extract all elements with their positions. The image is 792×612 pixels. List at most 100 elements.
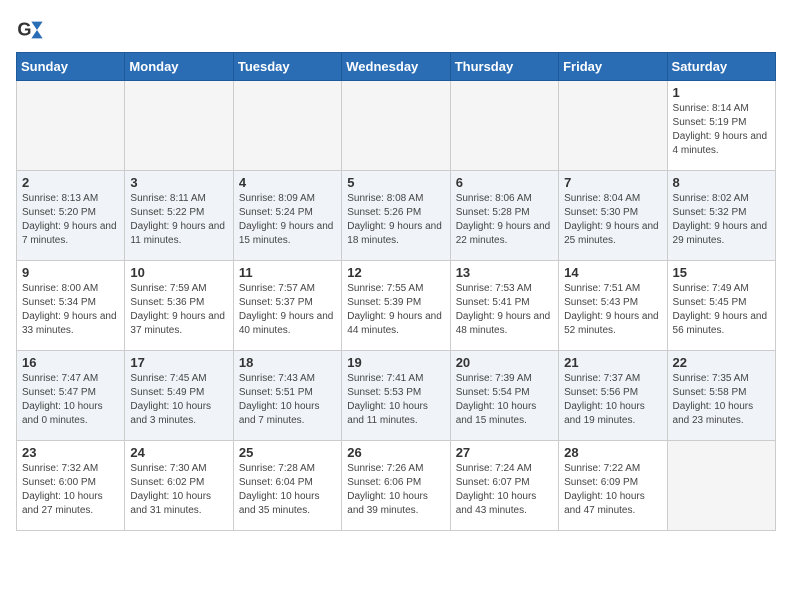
day-info: Sunrise: 7:24 AM Sunset: 6:07 PM Dayligh… — [456, 462, 553, 518]
week-row-4: 16 Sunrise: 7:47 AM Sunset: 5:47 PM Dayli… — [17, 351, 776, 441]
day-info: Sunrise: 7:26 AM Sunset: 6:06 PM Dayligh… — [347, 462, 444, 518]
day-cell: 3 Sunrise: 8:11 AM Sunset: 5:22 PM Daylig… — [125, 171, 233, 261]
day-info: Sunrise: 7:45 AM Sunset: 5:49 PM Dayligh… — [130, 372, 227, 428]
day-cell: 15 Sunrise: 7:49 AM Sunset: 5:45 PM Dayli… — [667, 261, 775, 351]
day-info: Sunrise: 7:49 AM Sunset: 5:45 PM Dayligh… — [673, 282, 770, 338]
day-cell — [559, 81, 667, 171]
day-info: Sunrise: 8:06 AM Sunset: 5:28 PM Dayligh… — [456, 192, 553, 248]
day-info: Sunrise: 7:51 AM Sunset: 5:43 PM Dayligh… — [564, 282, 661, 338]
day-info: Sunrise: 7:59 AM Sunset: 5:36 PM Dayligh… — [130, 282, 227, 338]
day-number: 21 — [564, 355, 661, 370]
day-number: 13 — [456, 265, 553, 280]
day-cell — [450, 81, 558, 171]
day-info: Sunrise: 7:41 AM Sunset: 5:53 PM Dayligh… — [347, 372, 444, 428]
week-row-5: 23 Sunrise: 7:32 AM Sunset: 6:00 PM Dayli… — [17, 441, 776, 531]
day-number: 16 — [22, 355, 119, 370]
day-cell: 1Sunrise: 8:14 AM Sunset: 5:19 PM Daylig… — [667, 81, 775, 171]
day-cell — [342, 81, 450, 171]
day-cell: 2 Sunrise: 8:13 AM Sunset: 5:20 PM Daylig… — [17, 171, 125, 261]
day-cell: 7 Sunrise: 8:04 AM Sunset: 5:30 PM Daylig… — [559, 171, 667, 261]
day-cell: 5 Sunrise: 8:08 AM Sunset: 5:26 PM Daylig… — [342, 171, 450, 261]
day-number: 11 — [239, 265, 336, 280]
day-info: Sunrise: 8:13 AM Sunset: 5:20 PM Dayligh… — [22, 192, 119, 248]
day-info: Sunrise: 7:37 AM Sunset: 5:56 PM Dayligh… — [564, 372, 661, 428]
logo: G — [16, 16, 48, 44]
day-number: 3 — [130, 175, 227, 190]
day-number: 18 — [239, 355, 336, 370]
day-number: 19 — [347, 355, 444, 370]
week-row-2: 2 Sunrise: 8:13 AM Sunset: 5:20 PM Daylig… — [17, 171, 776, 261]
day-cell: 25 Sunrise: 7:28 AM Sunset: 6:04 PM Dayli… — [233, 441, 341, 531]
day-cell: 11 Sunrise: 7:57 AM Sunset: 5:37 PM Dayli… — [233, 261, 341, 351]
day-cell: 8 Sunrise: 8:02 AM Sunset: 5:32 PM Daylig… — [667, 171, 775, 261]
svg-text:G: G — [17, 20, 31, 40]
day-info: Sunrise: 7:47 AM Sunset: 5:47 PM Dayligh… — [22, 372, 119, 428]
day-number: 6 — [456, 175, 553, 190]
week-row-3: 9 Sunrise: 8:00 AM Sunset: 5:34 PM Daylig… — [17, 261, 776, 351]
header: G — [16, 16, 776, 44]
day-number: 8 — [673, 175, 770, 190]
header-saturday: Saturday — [667, 53, 775, 81]
logo-icon: G — [16, 16, 44, 44]
day-number: 23 — [22, 445, 119, 460]
day-number: 9 — [22, 265, 119, 280]
day-cell — [17, 81, 125, 171]
day-cell: 27 Sunrise: 7:24 AM Sunset: 6:07 PM Dayli… — [450, 441, 558, 531]
day-info: Sunrise: 7:32 AM Sunset: 6:00 PM Dayligh… — [22, 462, 119, 518]
header-sunday: Sunday — [17, 53, 125, 81]
day-cell: 14Sunrise: 7:51 AM Sunset: 5:43 PM Dayli… — [559, 261, 667, 351]
day-cell: 22 Sunrise: 7:35 AM Sunset: 5:58 PM Dayli… — [667, 351, 775, 441]
day-info: Sunrise: 8:02 AM Sunset: 5:32 PM Dayligh… — [673, 192, 770, 248]
day-number: 15 — [673, 265, 770, 280]
day-info: Sunrise: 8:00 AM Sunset: 5:34 PM Dayligh… — [22, 282, 119, 338]
week-row-1: 1Sunrise: 8:14 AM Sunset: 5:19 PM Daylig… — [17, 81, 776, 171]
day-cell: 12 Sunrise: 7:55 AM Sunset: 5:39 PM Dayli… — [342, 261, 450, 351]
day-number: 22 — [673, 355, 770, 370]
header-friday: Friday — [559, 53, 667, 81]
day-info: Sunrise: 8:09 AM Sunset: 5:24 PM Dayligh… — [239, 192, 336, 248]
day-cell: 20 Sunrise: 7:39 AM Sunset: 5:54 PM Dayli… — [450, 351, 558, 441]
day-cell: 23 Sunrise: 7:32 AM Sunset: 6:00 PM Dayli… — [17, 441, 125, 531]
day-info: Sunrise: 7:55 AM Sunset: 5:39 PM Dayligh… — [347, 282, 444, 338]
day-number: 5 — [347, 175, 444, 190]
day-info: Sunrise: 7:53 AM Sunset: 5:41 PM Dayligh… — [456, 282, 553, 338]
day-cell: 6 Sunrise: 8:06 AM Sunset: 5:28 PM Daylig… — [450, 171, 558, 261]
day-cell: 4 Sunrise: 8:09 AM Sunset: 5:24 PM Daylig… — [233, 171, 341, 261]
day-info: Sunrise: 8:14 AM Sunset: 5:19 PM Dayligh… — [673, 102, 770, 158]
header-tuesday: Tuesday — [233, 53, 341, 81]
day-number: 12 — [347, 265, 444, 280]
day-cell: 17 Sunrise: 7:45 AM Sunset: 5:49 PM Dayli… — [125, 351, 233, 441]
day-info: Sunrise: 8:11 AM Sunset: 5:22 PM Dayligh… — [130, 192, 227, 248]
day-number: 25 — [239, 445, 336, 460]
day-number: 17 — [130, 355, 227, 370]
day-number: 7 — [564, 175, 661, 190]
day-info: Sunrise: 7:57 AM Sunset: 5:37 PM Dayligh… — [239, 282, 336, 338]
day-number: 4 — [239, 175, 336, 190]
header-monday: Monday — [125, 53, 233, 81]
day-cell — [233, 81, 341, 171]
day-cell: 10 Sunrise: 7:59 AM Sunset: 5:36 PM Dayli… — [125, 261, 233, 351]
day-cell: 26 Sunrise: 7:26 AM Sunset: 6:06 PM Dayli… — [342, 441, 450, 531]
day-cell: 9 Sunrise: 8:00 AM Sunset: 5:34 PM Daylig… — [17, 261, 125, 351]
day-cell: 28Sunrise: 7:22 AM Sunset: 6:09 PM Dayli… — [559, 441, 667, 531]
day-cell: 24 Sunrise: 7:30 AM Sunset: 6:02 PM Dayli… — [125, 441, 233, 531]
day-info: Sunrise: 8:04 AM Sunset: 5:30 PM Dayligh… — [564, 192, 661, 248]
day-cell: 18Sunrise: 7:43 AM Sunset: 5:51 PM Dayli… — [233, 351, 341, 441]
day-number: 26 — [347, 445, 444, 460]
day-info: Sunrise: 7:35 AM Sunset: 5:58 PM Dayligh… — [673, 372, 770, 428]
day-number: 27 — [456, 445, 553, 460]
day-cell: 13 Sunrise: 7:53 AM Sunset: 5:41 PM Dayli… — [450, 261, 558, 351]
day-info: Sunrise: 7:28 AM Sunset: 6:04 PM Dayligh… — [239, 462, 336, 518]
day-info: Sunrise: 7:30 AM Sunset: 6:02 PM Dayligh… — [130, 462, 227, 518]
day-cell — [125, 81, 233, 171]
day-number: 10 — [130, 265, 227, 280]
day-number: 24 — [130, 445, 227, 460]
day-number: 2 — [22, 175, 119, 190]
day-info: Sunrise: 8:08 AM Sunset: 5:26 PM Dayligh… — [347, 192, 444, 248]
day-number: 20 — [456, 355, 553, 370]
day-cell: 16 Sunrise: 7:47 AM Sunset: 5:47 PM Dayli… — [17, 351, 125, 441]
day-cell — [667, 441, 775, 531]
day-number: 28 — [564, 445, 661, 460]
header-thursday: Thursday — [450, 53, 558, 81]
day-info: Sunrise: 7:39 AM Sunset: 5:54 PM Dayligh… — [456, 372, 553, 428]
